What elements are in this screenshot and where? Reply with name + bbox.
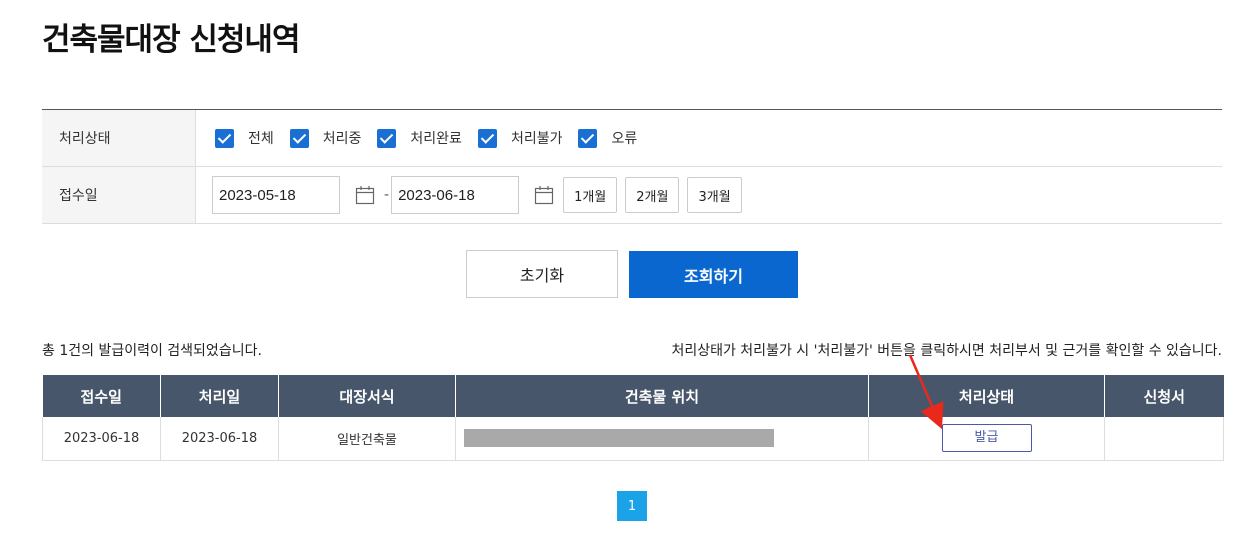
date-from-input[interactable] <box>212 176 340 214</box>
calendar-icon[interactable] <box>533 176 555 214</box>
cell-status: 발급 <box>868 417 1105 461</box>
status-checkbox-processing[interactable]: 처리중 <box>289 128 361 148</box>
status-filter-label: 처리상태 <box>42 110 196 166</box>
results-table: 접수일 처리일 대장서식 건축물 위치 처리상태 신청서 2023-06-18 … <box>42 375 1224 461</box>
date-filter-row: 접수일 - 1개월 2개월 3개월 <box>42 167 1222 223</box>
column-header-processed: 처리일 <box>160 375 279 417</box>
status-checkbox-rejected[interactable]: 처리불가 <box>477 128 562 148</box>
checkbox-checked-icon[interactable] <box>289 128 309 148</box>
checkbox-checked-icon[interactable] <box>477 128 497 148</box>
checkbox-checked-icon[interactable] <box>578 128 598 148</box>
cell-application <box>1104 417 1224 461</box>
column-header-received: 접수일 <box>42 375 161 417</box>
search-filter-panel: 처리상태 전체 처리중 처리완료 처리불가 오류 접수일 - 1개월 2개월 3… <box>42 109 1222 224</box>
column-header-status: 처리상태 <box>868 375 1105 417</box>
period-3-month-button[interactable]: 3개월 <box>687 177 742 213</box>
search-button[interactable]: 조회하기 <box>629 251 798 298</box>
date-filter-label: 접수일 <box>42 167 196 223</box>
calendar-icon[interactable] <box>354 176 376 214</box>
table-header-row: 접수일 처리일 대장서식 건축물 위치 처리상태 신청서 <box>42 375 1224 417</box>
annotation-arrow-icon <box>908 354 944 430</box>
date-to-input[interactable] <box>391 176 520 214</box>
table-row: 2023-06-18 2023-06-18 일반건축물 발급 <box>42 417 1224 461</box>
pagination-page-button[interactable]: 1 <box>617 491 647 521</box>
status-filter-row: 처리상태 전체 처리중 처리완료 처리불가 오류 <box>42 110 1222 167</box>
date-range-separator: - <box>384 187 390 203</box>
column-header-application: 신청서 <box>1104 375 1224 417</box>
reset-button[interactable]: 초기화 <box>466 250 618 298</box>
result-count-text: 총 1건의 발급이력이 검색되었습니다. <box>42 343 262 359</box>
cell-processed-date: 2023-06-18 <box>160 417 279 461</box>
status-checkbox-error[interactable]: 오류 <box>578 128 637 148</box>
period-1-month-button[interactable]: 1개월 <box>563 177 618 213</box>
checkbox-checked-icon[interactable] <box>215 128 234 148</box>
period-2-month-button[interactable]: 2개월 <box>625 177 680 213</box>
checkbox-checked-icon[interactable] <box>377 128 397 148</box>
cell-location <box>455 417 869 461</box>
status-issue-button[interactable]: 발급 <box>941 424 1032 453</box>
cell-received-date: 2023-06-18 <box>42 417 161 461</box>
status-checkbox-all[interactable]: 전체 <box>215 128 274 148</box>
column-header-form: 대장서식 <box>278 375 456 417</box>
result-note-text: 처리상태가 처리불가 시 '처리불가' 버튼을 클릭하시면 처리부서 및 근거를… <box>671 343 1222 359</box>
column-header-location: 건축물 위치 <box>455 375 869 417</box>
status-checkbox-completed[interactable]: 처리완료 <box>377 128 462 148</box>
cell-form-type: 일반건축물 <box>278 417 456 461</box>
redacted-location-bar <box>464 429 774 448</box>
page-title: 건축물대장 신청내역 <box>42 22 300 58</box>
